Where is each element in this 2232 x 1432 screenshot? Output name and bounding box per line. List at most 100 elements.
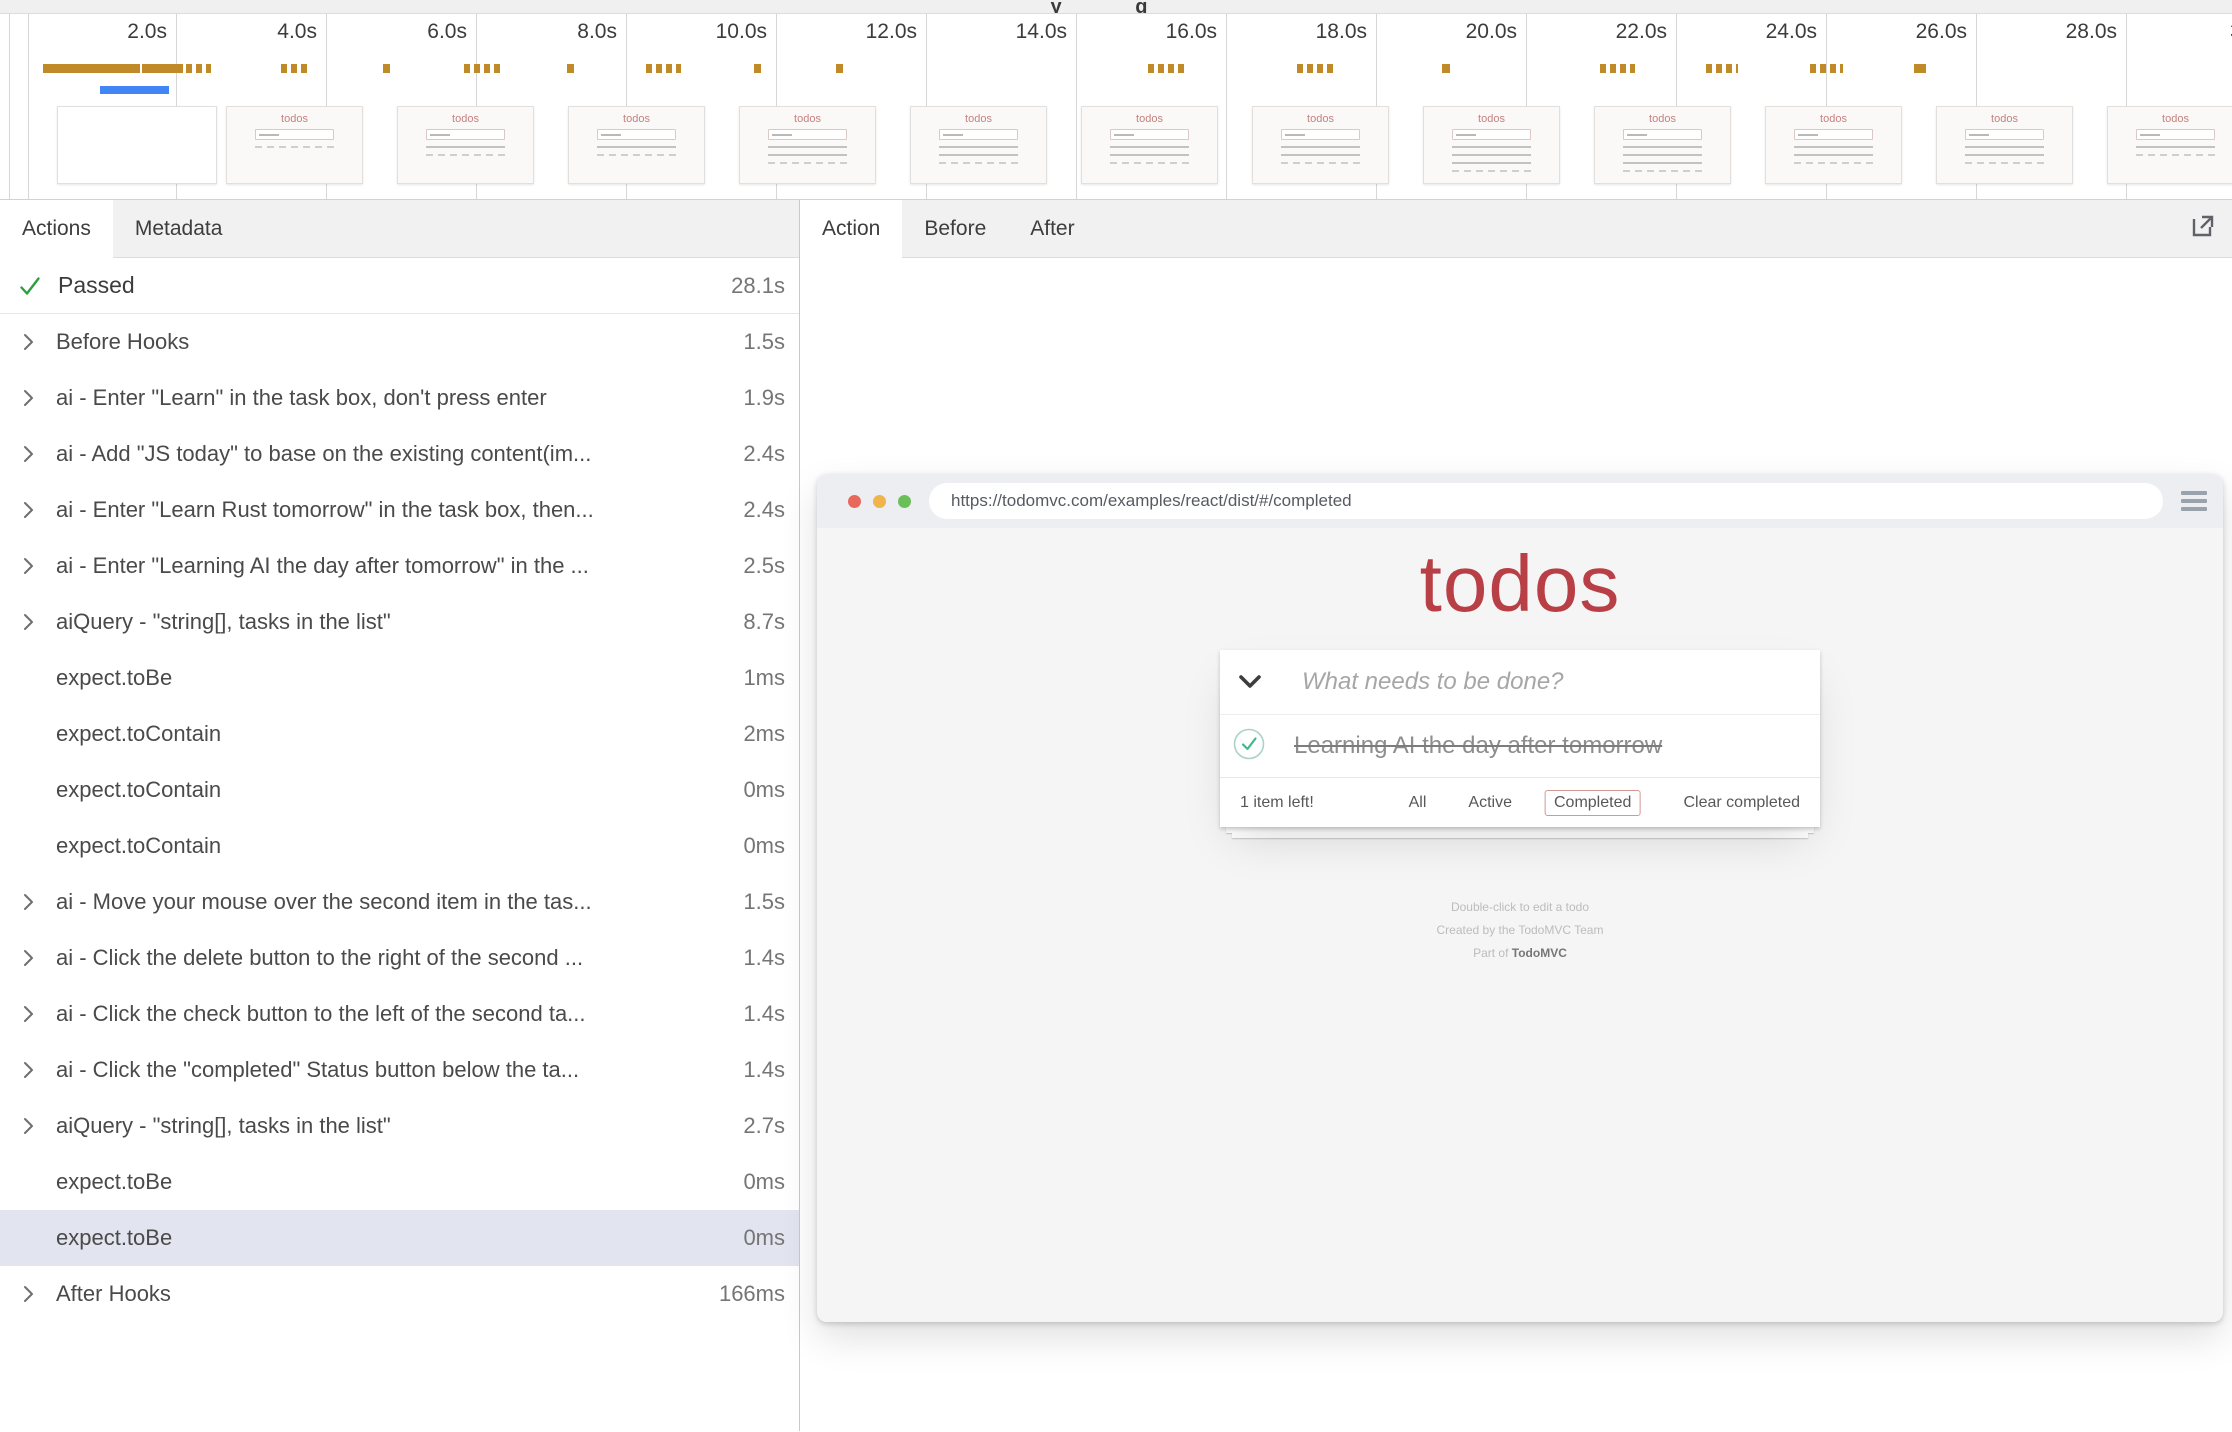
thumbnail-mini-input bbox=[1623, 129, 1701, 140]
action-list-item[interactable]: expect.toBe0ms bbox=[0, 1210, 799, 1266]
thumbnail-mini-item bbox=[1623, 162, 1701, 164]
toggle-all-chevron-icon[interactable] bbox=[1238, 674, 1262, 690]
filmstrip-thumbnail[interactable]: todos bbox=[1252, 106, 1389, 184]
tab-right-action[interactable]: Action bbox=[800, 200, 902, 258]
todomvc-brand[interactable]: TodoMVC bbox=[1512, 946, 1567, 960]
timeline-scrubber[interactable]: 3 2.0s4.0s6.0s8.0s10.0s12.0s14.0s16.0s18… bbox=[0, 14, 2232, 200]
filmstrip-thumbnail[interactable]: todos bbox=[1594, 106, 1731, 184]
action-duration: 0ms bbox=[733, 833, 785, 859]
thumbnail-mini-item bbox=[1281, 146, 1359, 148]
action-list-item[interactable]: ai - Enter "Learning AI the day after to… bbox=[0, 538, 799, 594]
thumbnail-mini-title: todos bbox=[1820, 113, 1847, 125]
thumbnail-mini-input bbox=[2136, 129, 2214, 140]
thumbnail-mini-footer bbox=[1794, 162, 1872, 164]
clear-completed-link[interactable]: Clear completed bbox=[1684, 794, 1801, 812]
filmstrip-thumbnail[interactable]: todos bbox=[397, 106, 534, 184]
timeline-action-marker bbox=[43, 64, 140, 73]
passed-check-icon bbox=[18, 274, 42, 298]
filmstrip-thumbnail[interactable] bbox=[57, 106, 217, 184]
todo-checked-icon[interactable] bbox=[1232, 727, 1266, 766]
filmstrip-thumbnail[interactable]: todos bbox=[568, 106, 705, 184]
chevron-right-icon bbox=[22, 500, 56, 520]
todo-footer: 1 item left! AllActiveCompleted Clear co… bbox=[1220, 777, 1820, 827]
filter-all[interactable]: All bbox=[1400, 790, 1436, 816]
traffic-light-maximize[interactable] bbox=[898, 495, 911, 508]
action-list-item[interactable]: ai - Move your mouse over the second ite… bbox=[0, 874, 799, 930]
timeline-tick-label: 10.0s bbox=[716, 20, 767, 44]
address-bar[interactable]: https://todomvc.com/examples/react/dist/… bbox=[929, 483, 2163, 519]
action-list-item[interactable]: aiQuery - "string[], tasks in the list"2… bbox=[0, 1098, 799, 1154]
menu-icon[interactable] bbox=[2181, 491, 2207, 511]
action-list-item[interactable]: ai - Enter "Learn Rust tomorrow" in the … bbox=[0, 482, 799, 538]
chevron-right-icon bbox=[22, 892, 56, 912]
filmstrip-thumbnail[interactable]: todos bbox=[2107, 106, 2232, 184]
timeline-action-marker bbox=[281, 64, 311, 73]
thumbnail-mini-item bbox=[1281, 154, 1359, 156]
open-external-icon[interactable] bbox=[2190, 213, 2216, 245]
action-list-item[interactable]: expect.toContain0ms bbox=[0, 762, 799, 818]
action-duration: 2.5s bbox=[733, 553, 785, 579]
new-todo-input[interactable]: What needs to be done? bbox=[1220, 650, 1820, 714]
action-list-item[interactable]: ai - Click the delete button to the righ… bbox=[0, 930, 799, 986]
action-list-item[interactable]: ai - Enter "Learn" in the task box, don'… bbox=[0, 370, 799, 426]
filter-active[interactable]: Active bbox=[1459, 790, 1521, 816]
timeline-tick-label: 20.0s bbox=[1466, 20, 1517, 44]
filter-group: All Active Completed bbox=[1400, 790, 1641, 816]
tab-left-actions[interactable]: Actions bbox=[0, 200, 113, 258]
filmstrip-thumbnail[interactable]: todos bbox=[1936, 106, 2073, 184]
action-duration: 0ms bbox=[733, 1225, 785, 1251]
browser-chrome: https://todomvc.com/examples/react/dist/… bbox=[817, 474, 2223, 528]
thumbnail-mini-footer bbox=[1623, 170, 1701, 172]
timeline-tick-label: 14.0s bbox=[1016, 20, 1067, 44]
filmstrip-thumbnail[interactable]: todos bbox=[1423, 106, 1560, 184]
thumbnail-mini-item bbox=[1452, 146, 1530, 148]
status-duration: 28.1s bbox=[721, 273, 785, 299]
timeline-tick-label: 16.0s bbox=[1166, 20, 1217, 44]
traffic-light-close[interactable] bbox=[848, 495, 861, 508]
thumbnail-mini-input bbox=[1794, 129, 1872, 140]
timeline-action-marker bbox=[1442, 64, 1450, 73]
filmstrip-thumbnail[interactable]: todos bbox=[1765, 106, 1902, 184]
timeline-action-marker bbox=[1810, 64, 1843, 73]
action-list-item[interactable]: expect.toContain0ms bbox=[0, 818, 799, 874]
filmstrip-thumbnail[interactable]: todos bbox=[739, 106, 876, 184]
tab-right-after[interactable]: After bbox=[1008, 200, 1096, 257]
action-list-item[interactable]: ai - Click the check button to the left … bbox=[0, 986, 799, 1042]
action-duration: 2.4s bbox=[733, 497, 785, 523]
action-label: ai - Click the "completed" Status button… bbox=[56, 1057, 579, 1083]
timeline-action-marker bbox=[1914, 64, 1926, 73]
filmstrip-thumbnail[interactable]: todos bbox=[910, 106, 1047, 184]
action-list-item[interactable]: ai - Add "JS today" to base on the exist… bbox=[0, 426, 799, 482]
timeline-action-marker bbox=[567, 64, 574, 73]
thumbnail-mini-input bbox=[1281, 129, 1359, 140]
thumbnail-mini-footer bbox=[597, 154, 675, 156]
test-status-row: Passed 28.1s bbox=[0, 258, 799, 314]
action-label: aiQuery - "string[], tasks in the list" bbox=[56, 609, 391, 635]
filmstrip-thumbnail[interactable]: todos bbox=[226, 106, 363, 184]
action-list-item[interactable]: expect.toBe0ms bbox=[0, 1154, 799, 1210]
tab-right-before[interactable]: Before bbox=[902, 200, 1008, 257]
thumbnail-mini-title: todos bbox=[281, 113, 308, 125]
action-list-item[interactable]: After Hooks166ms bbox=[0, 1266, 799, 1322]
tab-left-metadata[interactable]: Metadata bbox=[113, 200, 245, 257]
action-list-item[interactable]: expect.toBe1ms bbox=[0, 650, 799, 706]
action-label: ai - Add "JS today" to base on the exist… bbox=[56, 441, 591, 467]
filter-completed[interactable]: Completed bbox=[1545, 790, 1640, 816]
action-list-item[interactable]: ai - Click the "completed" Status button… bbox=[0, 1042, 799, 1098]
thumbnail-mini-input bbox=[1452, 129, 1530, 140]
action-duration: 0ms bbox=[733, 1169, 785, 1195]
thumbnail-mini-input bbox=[597, 129, 675, 140]
action-list-item[interactable]: expect.toContain2ms bbox=[0, 706, 799, 762]
chevron-right-icon bbox=[22, 1284, 56, 1304]
chevron-right-icon bbox=[22, 332, 56, 352]
filmstrip-thumbnail[interactable]: todos bbox=[1081, 106, 1218, 184]
todo-item-text: Learning AI the day after tomorrow bbox=[1294, 732, 1662, 760]
traffic-light-minimize[interactable] bbox=[873, 495, 886, 508]
action-label: ai - Move your mouse over the second ite… bbox=[56, 889, 592, 915]
action-list-item[interactable]: aiQuery - "string[], tasks in the list"8… bbox=[0, 594, 799, 650]
thumbnail-mini-item bbox=[1110, 154, 1188, 156]
window-title-text: y g bbox=[1051, 0, 1182, 14]
action-label: aiQuery - "string[], tasks in the list" bbox=[56, 1113, 391, 1139]
action-list-item[interactable]: Before Hooks1.5s bbox=[0, 314, 799, 370]
timeline-progress-bar bbox=[100, 86, 169, 94]
